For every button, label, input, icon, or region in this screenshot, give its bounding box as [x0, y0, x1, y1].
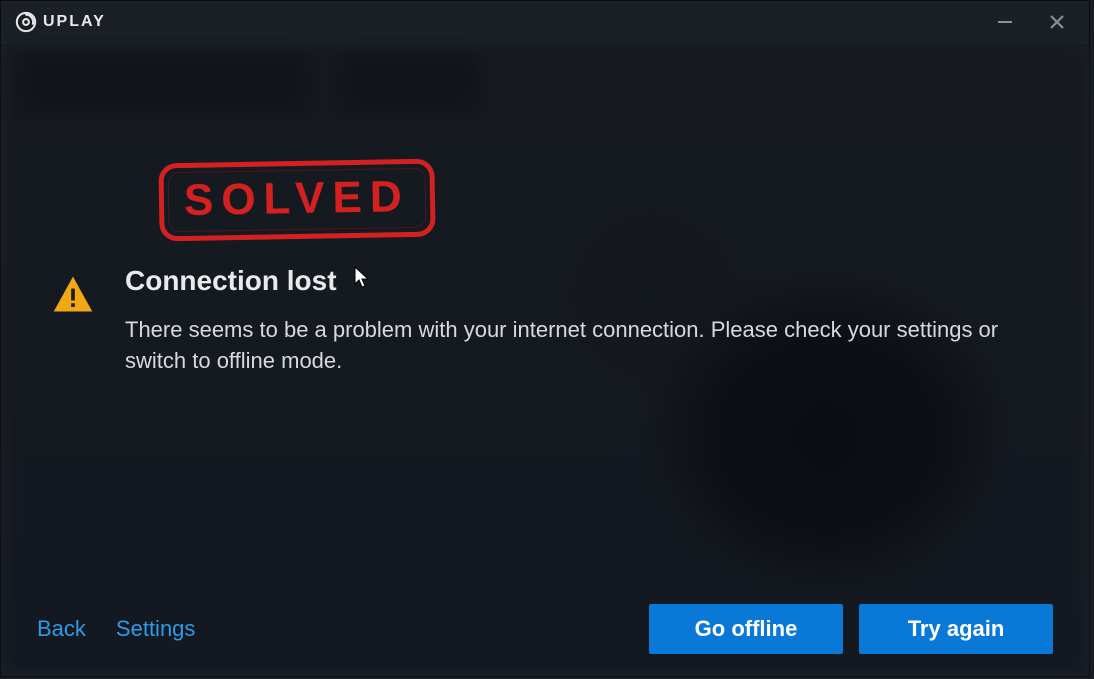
- uplay-logo-icon: [15, 11, 37, 33]
- minimize-button[interactable]: [991, 8, 1019, 36]
- try-again-button[interactable]: Try again: [859, 604, 1053, 654]
- cursor-icon: [353, 266, 371, 290]
- error-row: Connection lost There seems to be a prob…: [51, 265, 1049, 377]
- error-title-row: Connection lost: [125, 265, 1049, 297]
- close-icon: [1048, 13, 1066, 31]
- stamp-text: SOLVED: [184, 172, 410, 226]
- blurred-tabs: [19, 55, 509, 111]
- error-text: Connection lost There seems to be a prob…: [125, 265, 1049, 377]
- footer-links: Back Settings: [37, 616, 195, 642]
- settings-link[interactable]: Settings: [116, 616, 196, 642]
- window-controls: [991, 8, 1081, 36]
- error-body: There seems to be a problem with your in…: [125, 315, 1025, 377]
- blurred-tab: [19, 55, 309, 111]
- brand: UPLAY: [15, 11, 106, 33]
- back-link[interactable]: Back: [37, 616, 86, 642]
- footer: Back Settings Go offline Try again: [37, 604, 1053, 654]
- warning-icon: [51, 273, 95, 317]
- error-content: SOLVED Connection lost There seems to be…: [51, 161, 1049, 377]
- solved-stamp: SOLVED: [158, 159, 435, 242]
- minimize-icon: [996, 13, 1014, 31]
- footer-buttons: Go offline Try again: [649, 604, 1053, 654]
- blurred-tab: [339, 55, 479, 111]
- uplay-window: UPLAY SOLVED: [0, 0, 1090, 677]
- error-title: Connection lost: [125, 265, 337, 297]
- close-button[interactable]: [1043, 8, 1071, 36]
- go-offline-button[interactable]: Go offline: [649, 604, 843, 654]
- titlebar: UPLAY: [1, 1, 1089, 43]
- app-name: UPLAY: [43, 13, 106, 31]
